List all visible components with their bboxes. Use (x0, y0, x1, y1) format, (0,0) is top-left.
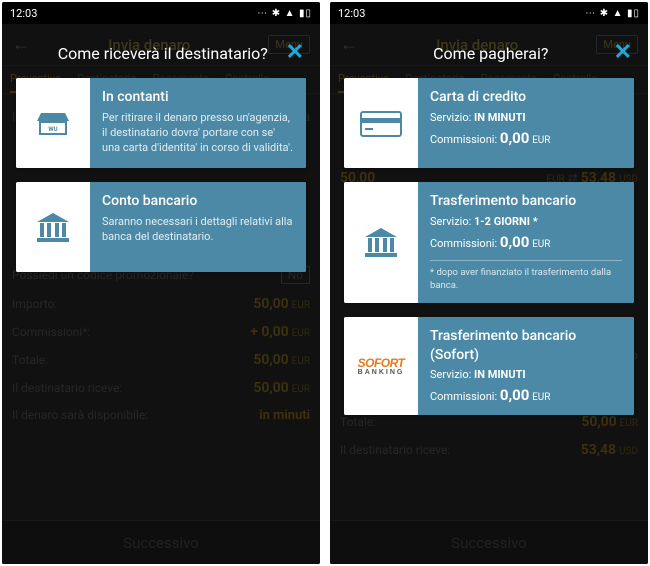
bank-icon (344, 182, 418, 303)
close-icon[interactable]: ✕ (286, 42, 304, 64)
option-title: Trasferimento bancario (430, 192, 622, 211)
sofort-icon: SOFORTBANKING (344, 317, 418, 416)
status-time: 12:03 (10, 7, 37, 20)
statusbar: 12:03 ⋯ ✱ ▲ ▮▯ (330, 2, 648, 24)
option-title: In contanti (102, 88, 294, 107)
option-cash[interactable]: WU In contanti Per ritirare il denaro pr… (16, 78, 306, 168)
option-credit-card[interactable]: Carta di credito Servizio: IN MINUTI Com… (344, 78, 634, 168)
bank-icon (16, 182, 90, 272)
modal-receive: Come riceverà il destinatario? ✕ WU In c… (2, 24, 320, 564)
option-bank-transfer[interactable]: Trasferimento bancario Servizio: 1-2 GIO… (344, 182, 634, 303)
phone-left: 12:03 ⋯ ✱ ▲ ▮▯ ← Invia denaro Menu Preve… (2, 2, 320, 564)
option-desc: Per ritirare il denaro presso un'agenzia… (102, 111, 294, 156)
status-time: 12:03 (338, 7, 365, 20)
phone-right: 12:03 ⋯ ✱ ▲ ▮▯ ← Invia denaro Menu Preve… (330, 2, 648, 564)
svg-text:WU: WU (48, 126, 57, 133)
status-icons: ⋯ ✱ ▲ ▮▯ (585, 8, 640, 19)
option-title: Carta di credito (430, 88, 622, 107)
option-sofort[interactable]: SOFORTBANKING Trasferimento bancario (So… (344, 317, 634, 416)
close-icon[interactable]: ✕ (614, 42, 632, 64)
modal-title: Come pagherai? (368, 44, 614, 63)
option-title: Conto bancario (102, 192, 294, 211)
storefront-icon: WU (16, 78, 90, 168)
statusbar: 12:03 ⋯ ✱ ▲ ▮▯ (2, 2, 320, 24)
option-bank-account[interactable]: Conto bancario Saranno necessari i detta… (16, 182, 306, 272)
option-title: Trasferimento bancario (Sofort) (430, 327, 622, 365)
option-desc: Saranno necessari i dettagli relativi al… (102, 215, 294, 245)
credit-card-icon (344, 78, 418, 168)
option-note: * dopo aver finanziato il trasferimento … (430, 260, 622, 293)
modal-title: Come riceverà il destinatario? (40, 44, 286, 63)
status-icons: ⋯ ✱ ▲ ▮▯ (257, 8, 312, 19)
modal-pay: Come pagherai? ✕ Carta di credito Serviz… (330, 24, 648, 564)
